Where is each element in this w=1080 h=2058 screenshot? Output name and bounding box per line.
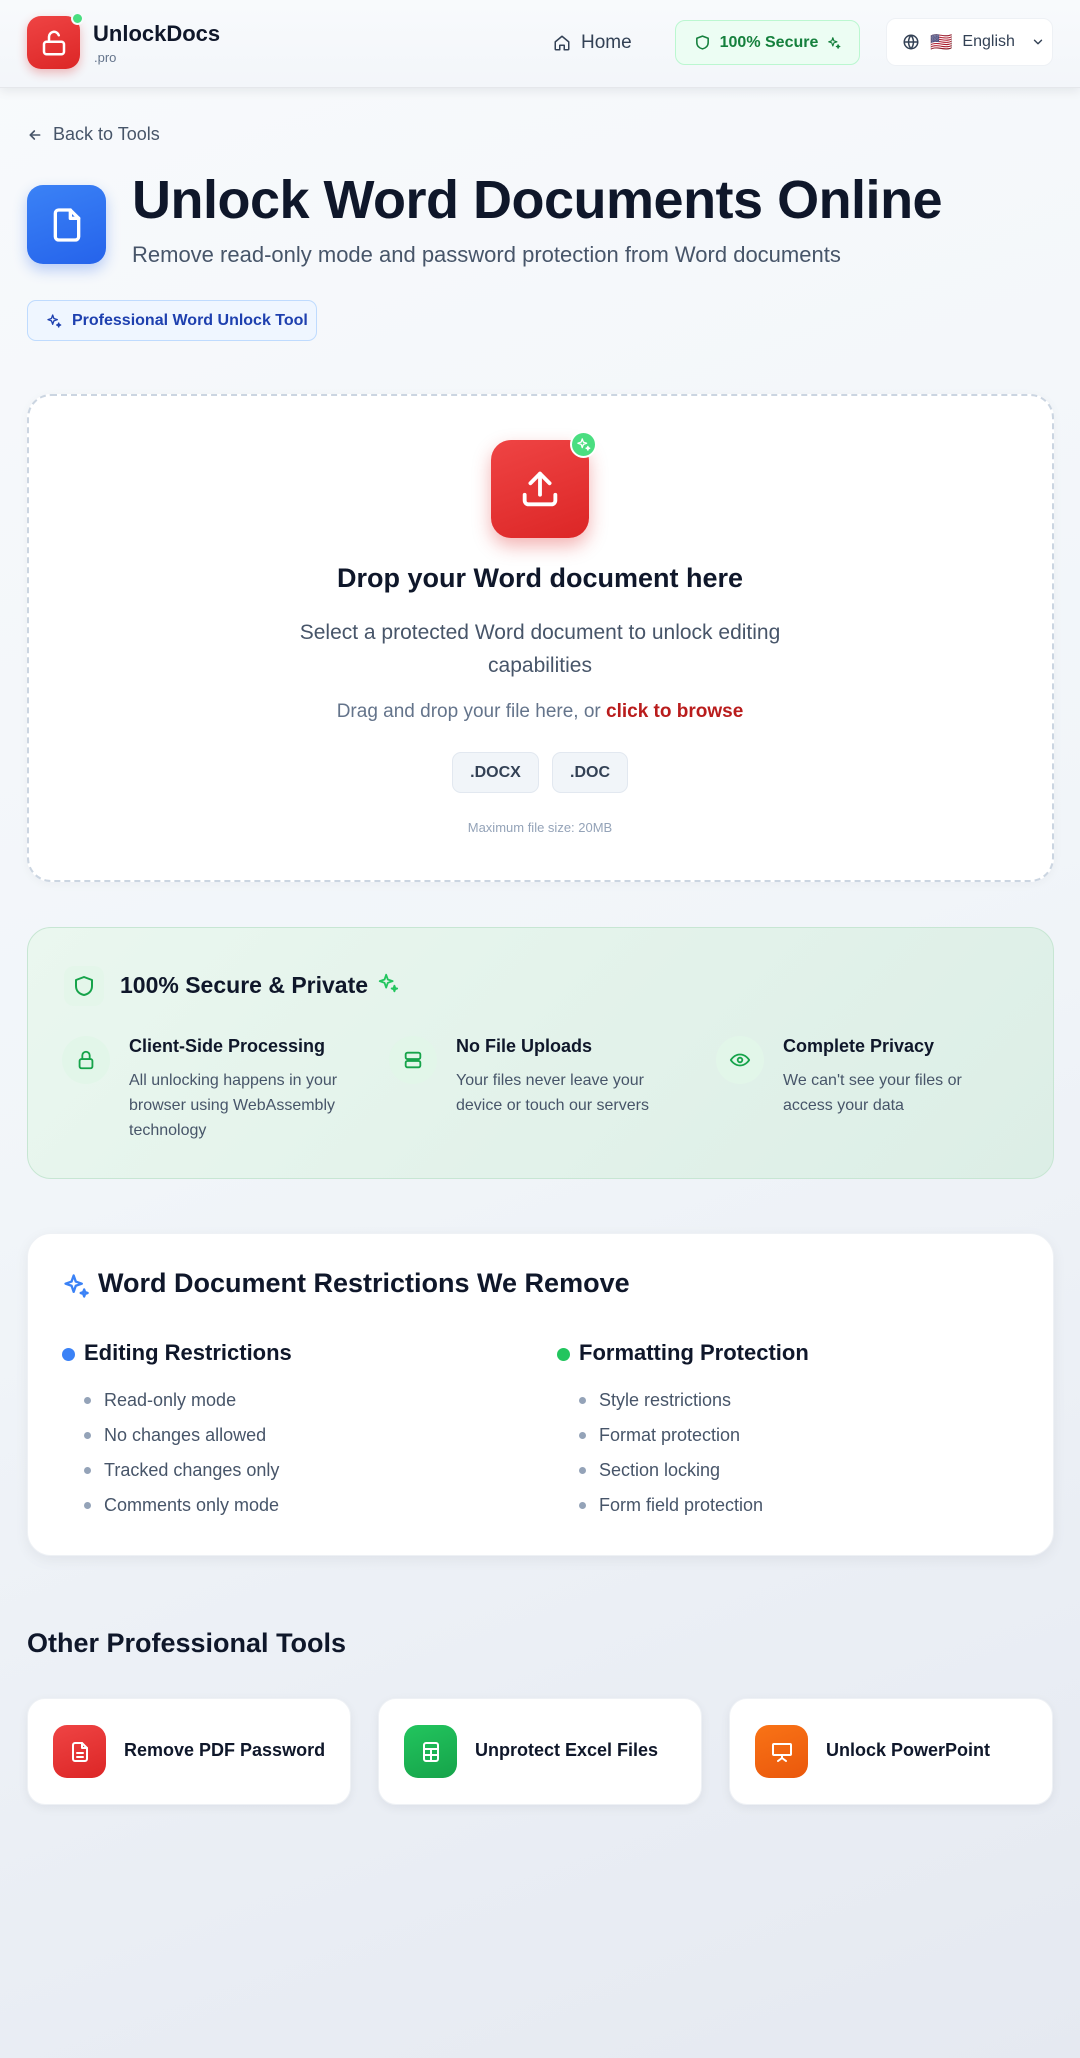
spreadsheet-icon xyxy=(404,1725,457,1778)
back-to-tools-link[interactable]: Back to Tools xyxy=(27,124,160,145)
restrictions-title: Word Document Restrictions We Remove xyxy=(98,1268,630,1298)
tool-label-powerpoint[interactable]: Unlock PowerPoint xyxy=(826,1740,990,1761)
feature-desc-no-uploads: Your files never leave your device or to… xyxy=(456,1072,649,1114)
lock-icon xyxy=(62,1036,110,1084)
drop-hint-text: Drag and drop your file here, or xyxy=(336,701,607,722)
brand-tld: .pro xyxy=(94,50,117,65)
browse-link[interactable]: click to browse xyxy=(606,701,743,722)
status-dot xyxy=(71,12,84,25)
page-subtitle: Remove read-only mode and password prote… xyxy=(132,242,841,267)
nav-home-link[interactable]: Home xyxy=(553,28,632,58)
us-flag-icon: 🇺🇸 xyxy=(930,32,953,52)
sparkles-icon xyxy=(828,36,841,49)
list-item: Read-only mode xyxy=(84,1390,236,1411)
formatting-dot xyxy=(557,1348,570,1361)
feature-title-privacy: Complete Privacy xyxy=(783,1036,935,1056)
professional-tool-badge: Professional Word Unlock Tool xyxy=(27,300,317,341)
sparkles-icon xyxy=(62,1272,90,1305)
drop-zone-description: Select a protected Word document to unlo… xyxy=(299,621,781,677)
top-header: UnlockDocs .pro Home 100% Secure 🇺🇸 Engl… xyxy=(0,0,1080,88)
shield-icon xyxy=(695,35,709,50)
back-link-label: Back to Tools xyxy=(53,124,160,144)
list-item: Comments only mode xyxy=(84,1495,279,1516)
formatting-protection-title: Formatting Protection xyxy=(579,1340,809,1365)
format-chip-docx: .DOCX xyxy=(452,752,539,793)
drop-zone-title: Drop your Word document here xyxy=(336,563,744,593)
pdf-file-icon xyxy=(53,1725,106,1778)
sparkles-icon xyxy=(570,431,597,458)
chevron-down-icon xyxy=(1033,39,1043,45)
list-item: No changes allowed xyxy=(84,1425,266,1446)
tool-label-excel[interactable]: Unprotect Excel Files xyxy=(475,1740,658,1761)
list-item: Tracked changes only xyxy=(84,1460,279,1481)
language-label: English xyxy=(962,33,1015,50)
feature-title-no-uploads: No File Uploads xyxy=(456,1036,593,1056)
sparkles-icon xyxy=(47,313,62,328)
feature-desc-client-side: All unlocking happens in your browser us… xyxy=(129,1072,338,1139)
secure-badge: 100% Secure xyxy=(675,20,860,65)
server-icon xyxy=(389,1036,437,1084)
list-item: Format protection xyxy=(579,1425,740,1446)
list-item: Style restrictions xyxy=(579,1390,731,1411)
sparkles-icon xyxy=(377,972,399,999)
arrow-left-icon xyxy=(29,129,41,140)
presentation-icon xyxy=(755,1725,808,1778)
page-title: Unlock Word Documents Online xyxy=(132,170,943,230)
unlock-logo-icon[interactable] xyxy=(27,16,80,69)
max-file-size: Maximum file size: 20MB xyxy=(467,820,613,835)
list-item: Section locking xyxy=(579,1460,720,1481)
other-tools-title: Other Professional Tools xyxy=(27,1628,347,1658)
tool-label-pdf[interactable]: Remove PDF Password xyxy=(124,1740,325,1761)
security-title: 100% Secure & Private xyxy=(120,972,369,998)
eye-icon xyxy=(716,1036,764,1084)
feature-title-client-side: Client-Side Processing xyxy=(129,1036,326,1056)
shield-icon xyxy=(64,966,104,1006)
word-document-icon xyxy=(27,185,106,264)
nav-home-label: Home xyxy=(581,32,632,53)
format-chip-doc: .DOC xyxy=(552,752,628,793)
list-item: Form field protection xyxy=(579,1495,763,1516)
editing-dot xyxy=(62,1348,75,1361)
secure-badge-label: 100% Secure xyxy=(719,33,819,51)
editing-restrictions-title: Editing Restrictions xyxy=(84,1340,292,1365)
home-icon xyxy=(554,35,570,51)
badge-label: Professional Word Unlock Tool xyxy=(72,311,308,329)
drop-zone-hint: Drag and drop your file here, or click t… xyxy=(0,701,1080,723)
feature-desc-privacy: We can't see your files or access your d… xyxy=(783,1072,962,1114)
globe-icon xyxy=(903,34,919,50)
language-selector[interactable]: 🇺🇸 English xyxy=(886,18,1053,66)
brand-name[interactable]: UnlockDocs xyxy=(93,21,220,47)
